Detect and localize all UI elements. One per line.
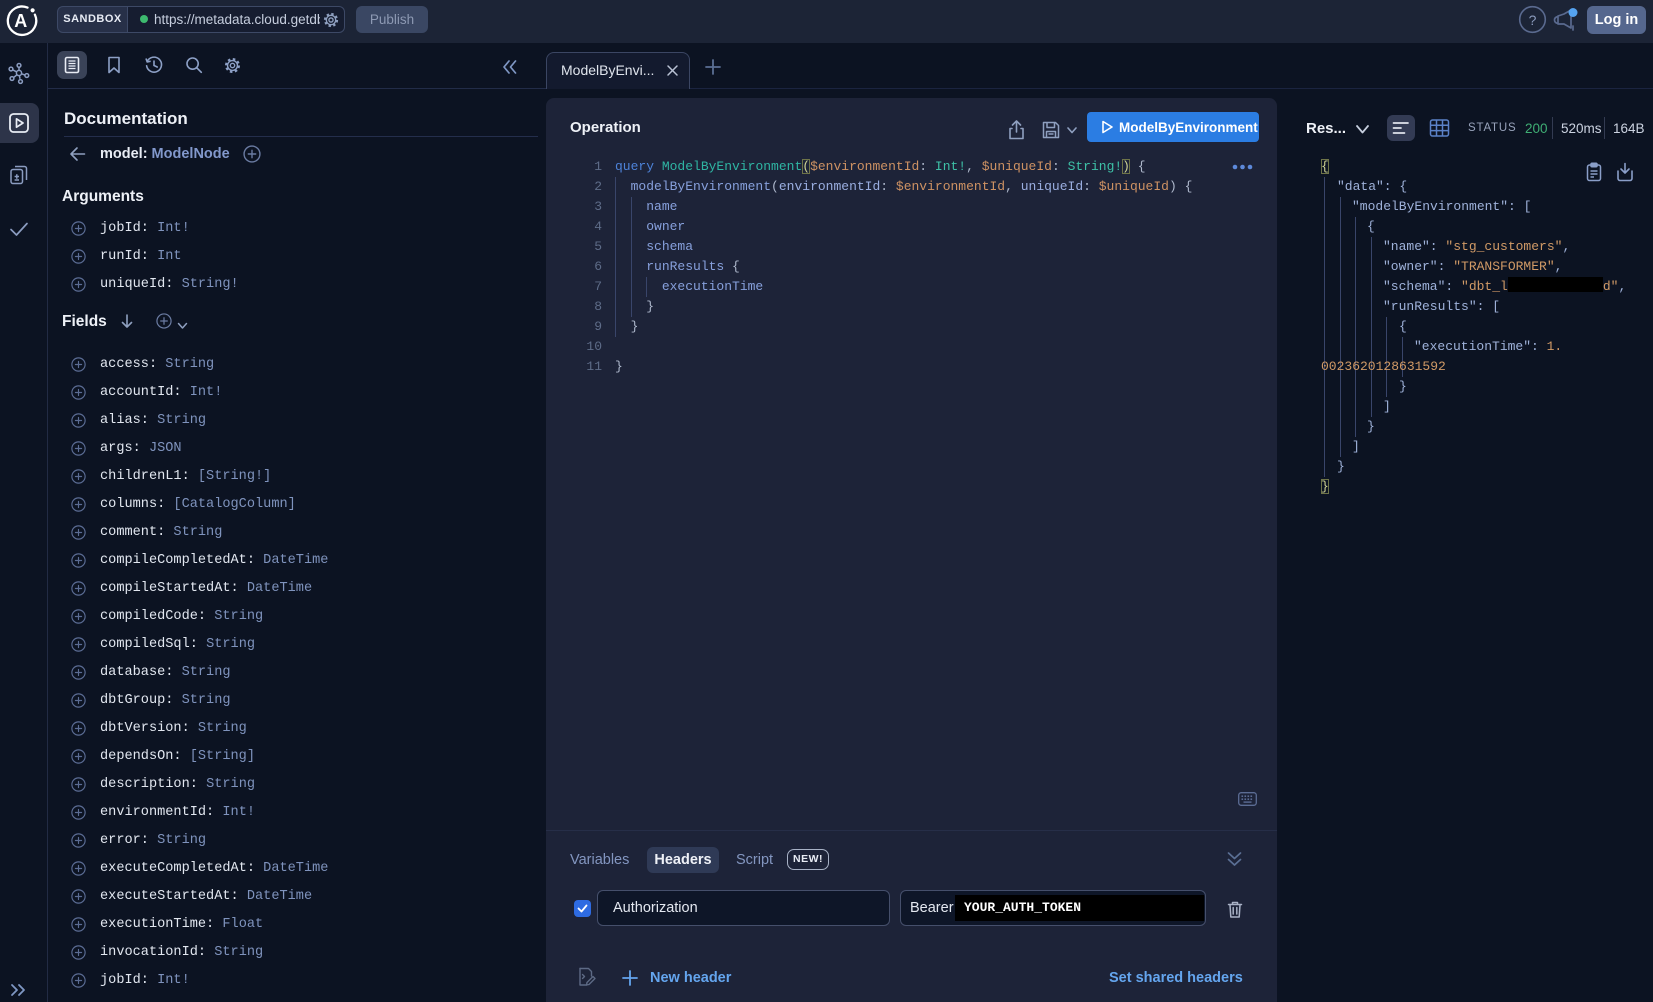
svg-text:A: A	[14, 11, 27, 31]
svg-text:?: ?	[1529, 12, 1537, 28]
